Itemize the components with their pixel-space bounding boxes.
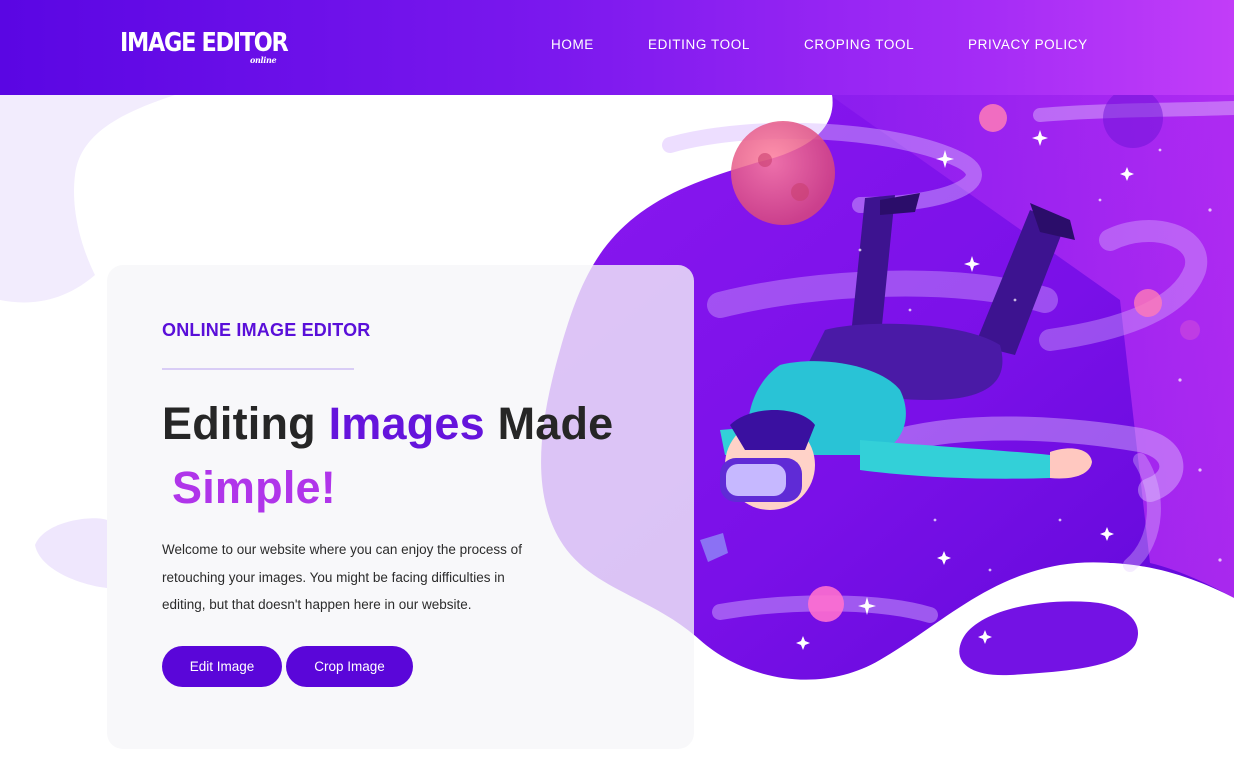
hero-card: ONLINE IMAGE EDITOR Editing Images Made S…: [107, 265, 694, 749]
site-header: IMAGE EDITOR online HOME EDITING TOOL CR…: [0, 0, 1234, 95]
hero-headline: Editing Images Made Simple!: [162, 392, 682, 520]
headline-part-simple: Simple!: [172, 462, 336, 513]
nav-link-editing-tool[interactable]: EDITING TOOL: [648, 37, 750, 53]
hero-divider: [162, 368, 354, 370]
hero-intro-text: Welcome to our website where you can enj…: [162, 542, 522, 612]
nav-link-home[interactable]: HOME: [551, 37, 594, 53]
headline-part-images: Images: [328, 398, 485, 449]
nav-link-croping-tool[interactable]: CROPING TOOL: [804, 37, 914, 53]
nav-link-privacy-policy[interactable]: PRIVACY POLICY: [968, 37, 1088, 53]
headline-part-made: Made: [484, 398, 614, 449]
main-nav: HOME EDITING TOOL CROPING TOOL PRIVACY P…: [0, 37, 1234, 57]
edit-image-button[interactable]: Edit Image: [162, 646, 282, 687]
crop-image-button[interactable]: Crop Image: [286, 646, 413, 687]
headline-part-editing: Editing: [162, 398, 329, 449]
hero-eyebrow: ONLINE IMAGE EDITOR: [162, 320, 371, 340]
